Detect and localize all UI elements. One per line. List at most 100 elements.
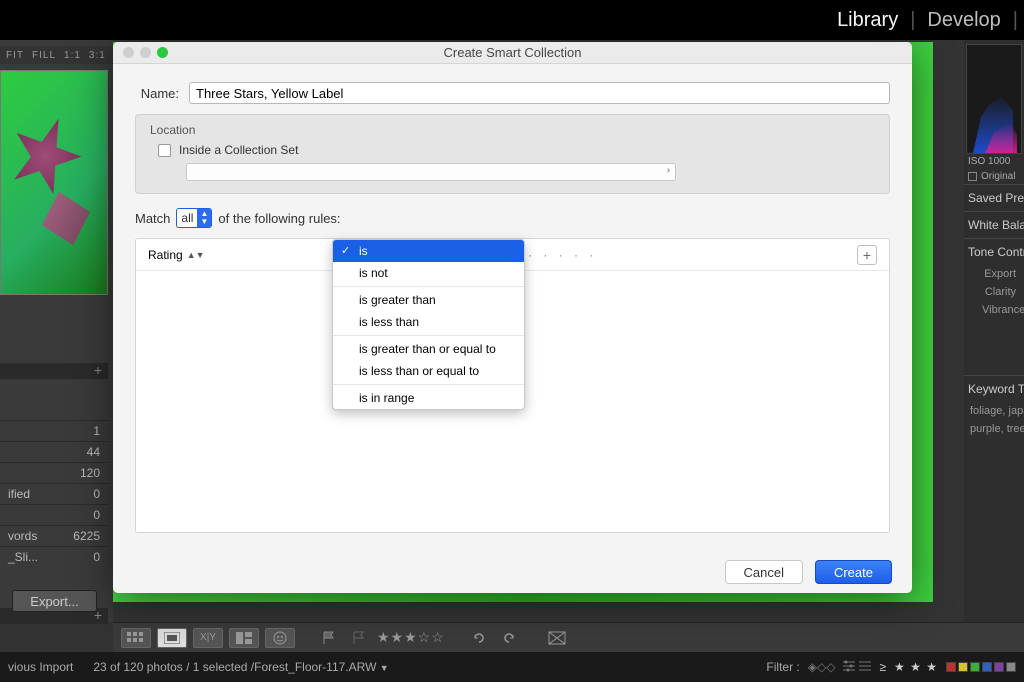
rule-criteria-select[interactable]: Rating ▲▼ — [148, 248, 323, 262]
stats-row[interactable]: 0 — [0, 504, 108, 525]
crop-overlay-icon[interactable] — [543, 628, 571, 648]
dropdown-separator — [333, 384, 524, 385]
rotate-cw-icon[interactable] — [497, 628, 521, 648]
iso-readout: ISO 1000 — [964, 154, 1024, 169]
zoom-fit[interactable]: FIT — [6, 50, 24, 61]
zoom-1-1[interactable]: 1:1 — [64, 50, 81, 61]
create-smart-collection-dialog: Create Smart Collection Name: Location I… — [113, 42, 912, 593]
stats-panel: 144120ified00vords6225_Sli...0 — [0, 420, 108, 567]
module-develop[interactable]: Develop — [915, 9, 1012, 32]
inside-set-label: Inside a Collection Set — [179, 143, 298, 157]
panel-section-keywords[interactable]: Keyword Tags — [964, 375, 1024, 402]
stats-value: 0 — [93, 487, 100, 501]
add-rule-button[interactable]: + — [857, 245, 877, 265]
panel-section-tone[interactable]: Tone Control — [964, 238, 1024, 265]
operator-dropdown: ▲▼ is is not is greater than is less tha… — [332, 239, 525, 410]
left-panel: FIT FILL 1:1 3:1 + 144120ified00vords622… — [0, 40, 113, 622]
stats-row[interactable]: _Sli... 0 — [0, 546, 108, 567]
keyword-text: purple, tree — [964, 420, 1024, 438]
filter-sliders-icon[interactable] — [843, 659, 871, 676]
dropdown-item-lt[interactable]: is less than — [333, 311, 524, 333]
match-suffix: of the following rules: — [218, 211, 340, 226]
dropdown-separator — [333, 335, 524, 336]
flag-pick-icon[interactable] — [317, 628, 341, 648]
stats-row[interactable]: 44 — [0, 441, 108, 462]
survey-view-button[interactable] — [229, 628, 259, 648]
original-label: Original — [981, 171, 1015, 182]
thumbnail-image — [1, 71, 107, 294]
status-source[interactable]: vious Import — [8, 660, 73, 674]
stats-value: 0 — [93, 550, 100, 564]
filter-color-labels[interactable] — [946, 662, 1016, 672]
color-label-chip[interactable] — [970, 662, 980, 672]
dialog-title: Create Smart Collection — [113, 45, 912, 60]
dropdown-item-is[interactable]: is — [333, 240, 524, 262]
dropdown-item-range[interactable]: is in range — [333, 387, 524, 409]
color-label-chip[interactable] — [982, 662, 992, 672]
loupe-view-button[interactable] — [157, 628, 187, 648]
dropdown-item-gt[interactable]: is greater than — [333, 289, 524, 311]
color-label-chip[interactable] — [1006, 662, 1016, 672]
zoom-fill[interactable]: FILL — [32, 50, 56, 61]
navigator-thumbnail[interactable] — [0, 70, 108, 295]
stats-row[interactable]: ified0 — [0, 483, 108, 504]
panel-section-wb[interactable]: White Balance — [964, 211, 1024, 238]
panel-add-button[interactable]: + — [0, 363, 108, 379]
filter-rating-stars[interactable]: ★ ★ ★ — [894, 660, 938, 674]
window-zoom-icon[interactable] — [157, 47, 168, 58]
people-view-button[interactable] — [265, 628, 295, 648]
window-minimize-icon[interactable] — [140, 47, 151, 58]
module-library[interactable]: Library — [825, 9, 910, 32]
filter-flag-icon[interactable]: ◈◇◇ — [808, 660, 836, 674]
zoom-3-1[interactable]: 3:1 — [89, 50, 106, 61]
stats-label: _Sli... — [8, 550, 38, 564]
panel-section-presets[interactable]: Saved Presets — [964, 184, 1024, 211]
location-section: Location Inside a Collection Set — [135, 114, 890, 194]
rule-value-stars[interactable]: · · · · · — [518, 248, 857, 262]
status-count: 23 of 120 photos / 1 selected /Forest_Fl… — [93, 660, 388, 674]
flag-reject-icon[interactable] — [347, 628, 371, 648]
chevron-updown-icon: ▲▼ — [197, 209, 211, 227]
right-panel: ISO 1000 Original Saved Presets White Ba… — [964, 40, 1024, 622]
inside-set-checkbox[interactable] — [158, 144, 171, 157]
rules-container: Rating ▲▼ · · · · · + ▲▼ is is not is gr… — [135, 238, 890, 533]
histogram[interactable] — [966, 44, 1022, 154]
dropdown-item-lte[interactable]: is less than or equal to — [333, 360, 524, 382]
stats-row[interactable]: vords6225 — [0, 525, 108, 546]
panel-sub-export[interactable]: Export — [964, 265, 1024, 283]
filter-rating-ge[interactable]: ≥ — [879, 660, 886, 674]
dropdown-item-is-not[interactable]: is not — [333, 262, 524, 284]
toolbar: X|Y ★★★☆☆ — [113, 622, 1024, 652]
match-prefix: Match — [135, 211, 170, 226]
name-input[interactable] — [189, 82, 890, 104]
stats-value: 6225 — [73, 529, 100, 543]
rating-stars[interactable]: ★★★☆☆ — [377, 629, 445, 646]
panel-sub-clarity[interactable]: Clarity — [964, 283, 1024, 301]
module-separator: | — [1013, 9, 1018, 32]
color-label-chip[interactable] — [946, 662, 956, 672]
window-close-icon[interactable] — [123, 47, 134, 58]
color-label-chip[interactable] — [958, 662, 968, 672]
cancel-button[interactable]: Cancel — [725, 560, 803, 584]
panel-sub-vibrance[interactable]: Vibrance — [964, 301, 1024, 319]
status-bar: vious Import 23 of 120 photos / 1 select… — [0, 652, 1024, 682]
compare-view-button[interactable]: X|Y — [193, 628, 223, 648]
stats-value: 1 — [93, 424, 100, 438]
stats-value: 120 — [80, 466, 100, 480]
grid-view-button[interactable] — [121, 628, 151, 648]
create-button[interactable]: Create — [815, 560, 892, 584]
collection-set-select[interactable] — [186, 163, 676, 181]
stats-value: 44 — [87, 445, 100, 459]
name-label: Name: — [135, 86, 179, 101]
original-checkbox[interactable] — [968, 172, 977, 181]
dropdown-item-gte[interactable]: is greater than or equal to — [333, 338, 524, 360]
stats-value: 0 — [93, 508, 100, 522]
stats-row[interactable]: 1 — [0, 420, 108, 441]
match-mode-select[interactable]: all ▲▼ — [176, 208, 212, 228]
export-button[interactable]: Export... — [12, 590, 97, 612]
stats-row[interactable]: 120 — [0, 462, 108, 483]
rotate-ccw-icon[interactable] — [467, 628, 491, 648]
color-label-chip[interactable] — [994, 662, 1004, 672]
sort-icon: ▲▼ — [187, 250, 205, 260]
keyword-text: foliage, japanese, — [964, 402, 1024, 420]
